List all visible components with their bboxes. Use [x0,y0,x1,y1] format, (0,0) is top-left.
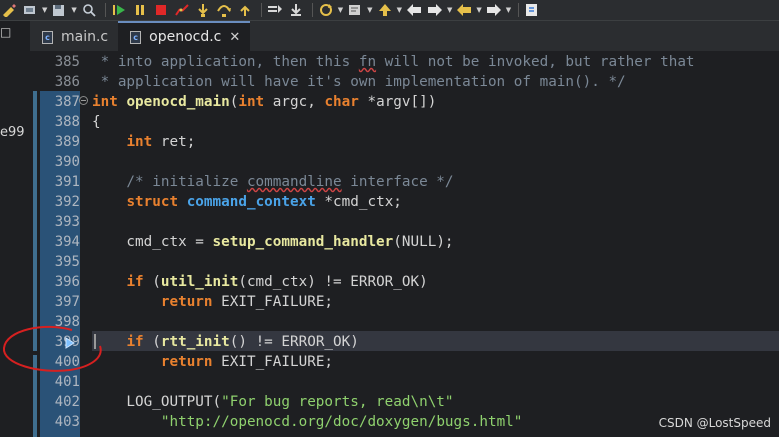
toolbar-separator [260,3,262,17]
instruction-step-icon[interactable] [266,2,284,18]
drop-frame-icon[interactable] [287,2,305,18]
step-into-icon[interactable] [194,2,212,18]
code-line: { [92,114,101,130]
edit-icon[interactable] [0,2,18,18]
overview-ruler [33,51,37,437]
line-number: 388 [54,114,80,130]
refresh-icon[interactable] [317,2,335,18]
toolbar-separator [104,3,106,17]
line-number: 389 [54,134,80,150]
prev-edit-icon[interactable] [455,2,473,18]
debug-view-icon[interactable] [346,2,364,18]
line-number: 403 [54,414,80,430]
code-line: if (util_init(cmd_ctx) != ERROR_OK) [126,274,428,290]
line-number: 395 [54,254,80,270]
chevron-down-icon[interactable]: ▼ [447,6,452,14]
tab-label: main.c [61,29,109,45]
chevron-down-icon[interactable]: ▼ [71,6,76,14]
line-number: 394 [54,234,80,250]
code-line: return EXIT_FAILURE; [160,294,334,310]
toolbar-separator [311,3,313,17]
run-config-icon[interactable] [21,2,39,18]
code-line: int ret; [126,134,196,150]
line-number: 392 [54,194,80,210]
editor-tab-bar: c main.c c openocd.c ✕ [30,21,779,51]
code-line: "http://openocd.org/doc/doxygen/bugs.htm… [160,414,523,430]
minimized-view-icon[interactable]: □ [0,25,20,45]
watermark: CSDN @LostSpeed [658,416,771,430]
line-number: 385 [54,54,80,70]
toolbar-separator [518,3,520,17]
line-number: 387 [54,94,80,110]
left-panel-text-fragment: e99 [0,125,25,140]
step-return-icon[interactable] [236,2,254,18]
back-icon[interactable] [405,2,423,18]
collapse-icon[interactable] [79,96,88,105]
disconnect-icon[interactable] [173,2,191,18]
code-line: cmd_ctx = setup_command_handler(NULL); [92,234,454,250]
tab-main-c[interactable]: c main.c [30,23,118,51]
next-icon[interactable] [485,2,503,18]
c-file-icon: c [130,30,142,44]
main-toolbar: ▼ ▼ ▼ ▼ ▼ ▼ ▼ ▼ [0,0,779,21]
line-number: 402 [54,394,80,410]
code-line: LOG_OUTPUT("For bug reports, read\n\t" [92,394,454,410]
line-number: 391 [54,174,80,190]
code-line: /* initialize commandline interface */ [92,174,454,190]
code-line: if (rtt_init() != ERROR_OK) [126,334,359,350]
step-over-icon[interactable] [215,2,233,18]
tab-openocd-c[interactable]: c openocd.c ✕ [118,21,251,51]
line-number: 390 [54,154,80,170]
help-icon[interactable] [523,2,541,18]
line-number: 386 [54,74,80,90]
resume-icon[interactable] [110,2,128,18]
chevron-down-icon[interactable]: ▼ [338,6,343,14]
code-line: * into application, then this fn will no… [92,54,695,70]
code-line: int openocd_main(int argc, char *argv[]) [92,94,437,110]
chevron-down-icon[interactable]: ▼ [506,6,511,14]
chevron-down-icon[interactable]: ▼ [476,6,481,14]
code-editor[interactable]: 385 386 387 388 389 390 391 392 393 394 395 396 397 3… [3,51,779,437]
tab-label: openocd.c [149,29,222,45]
red-annotation-circle [3,325,102,372]
terminate-icon[interactable] [152,2,170,18]
forward-icon[interactable] [426,2,444,18]
line-number: 397 [54,294,80,310]
chevron-down-icon[interactable]: ▼ [42,6,47,14]
line-number: 396 [54,274,80,290]
save-icon[interactable] [50,2,68,18]
chevron-down-icon[interactable]: ▼ [397,6,402,14]
code-line: * application will have it's own impleme… [92,74,626,90]
suspend-icon[interactable] [131,2,149,18]
line-number: 393 [54,214,80,230]
c-file-icon: c [42,30,53,44]
close-icon[interactable]: ✕ [229,30,240,45]
code-line: return EXIT_FAILURE; [160,354,334,370]
code-line: struct command_context *cmd_ctx; [126,194,402,210]
chevron-down-icon[interactable]: ▼ [367,6,372,14]
search-icon[interactable] [80,2,98,18]
up-icon[interactable] [376,2,394,18]
